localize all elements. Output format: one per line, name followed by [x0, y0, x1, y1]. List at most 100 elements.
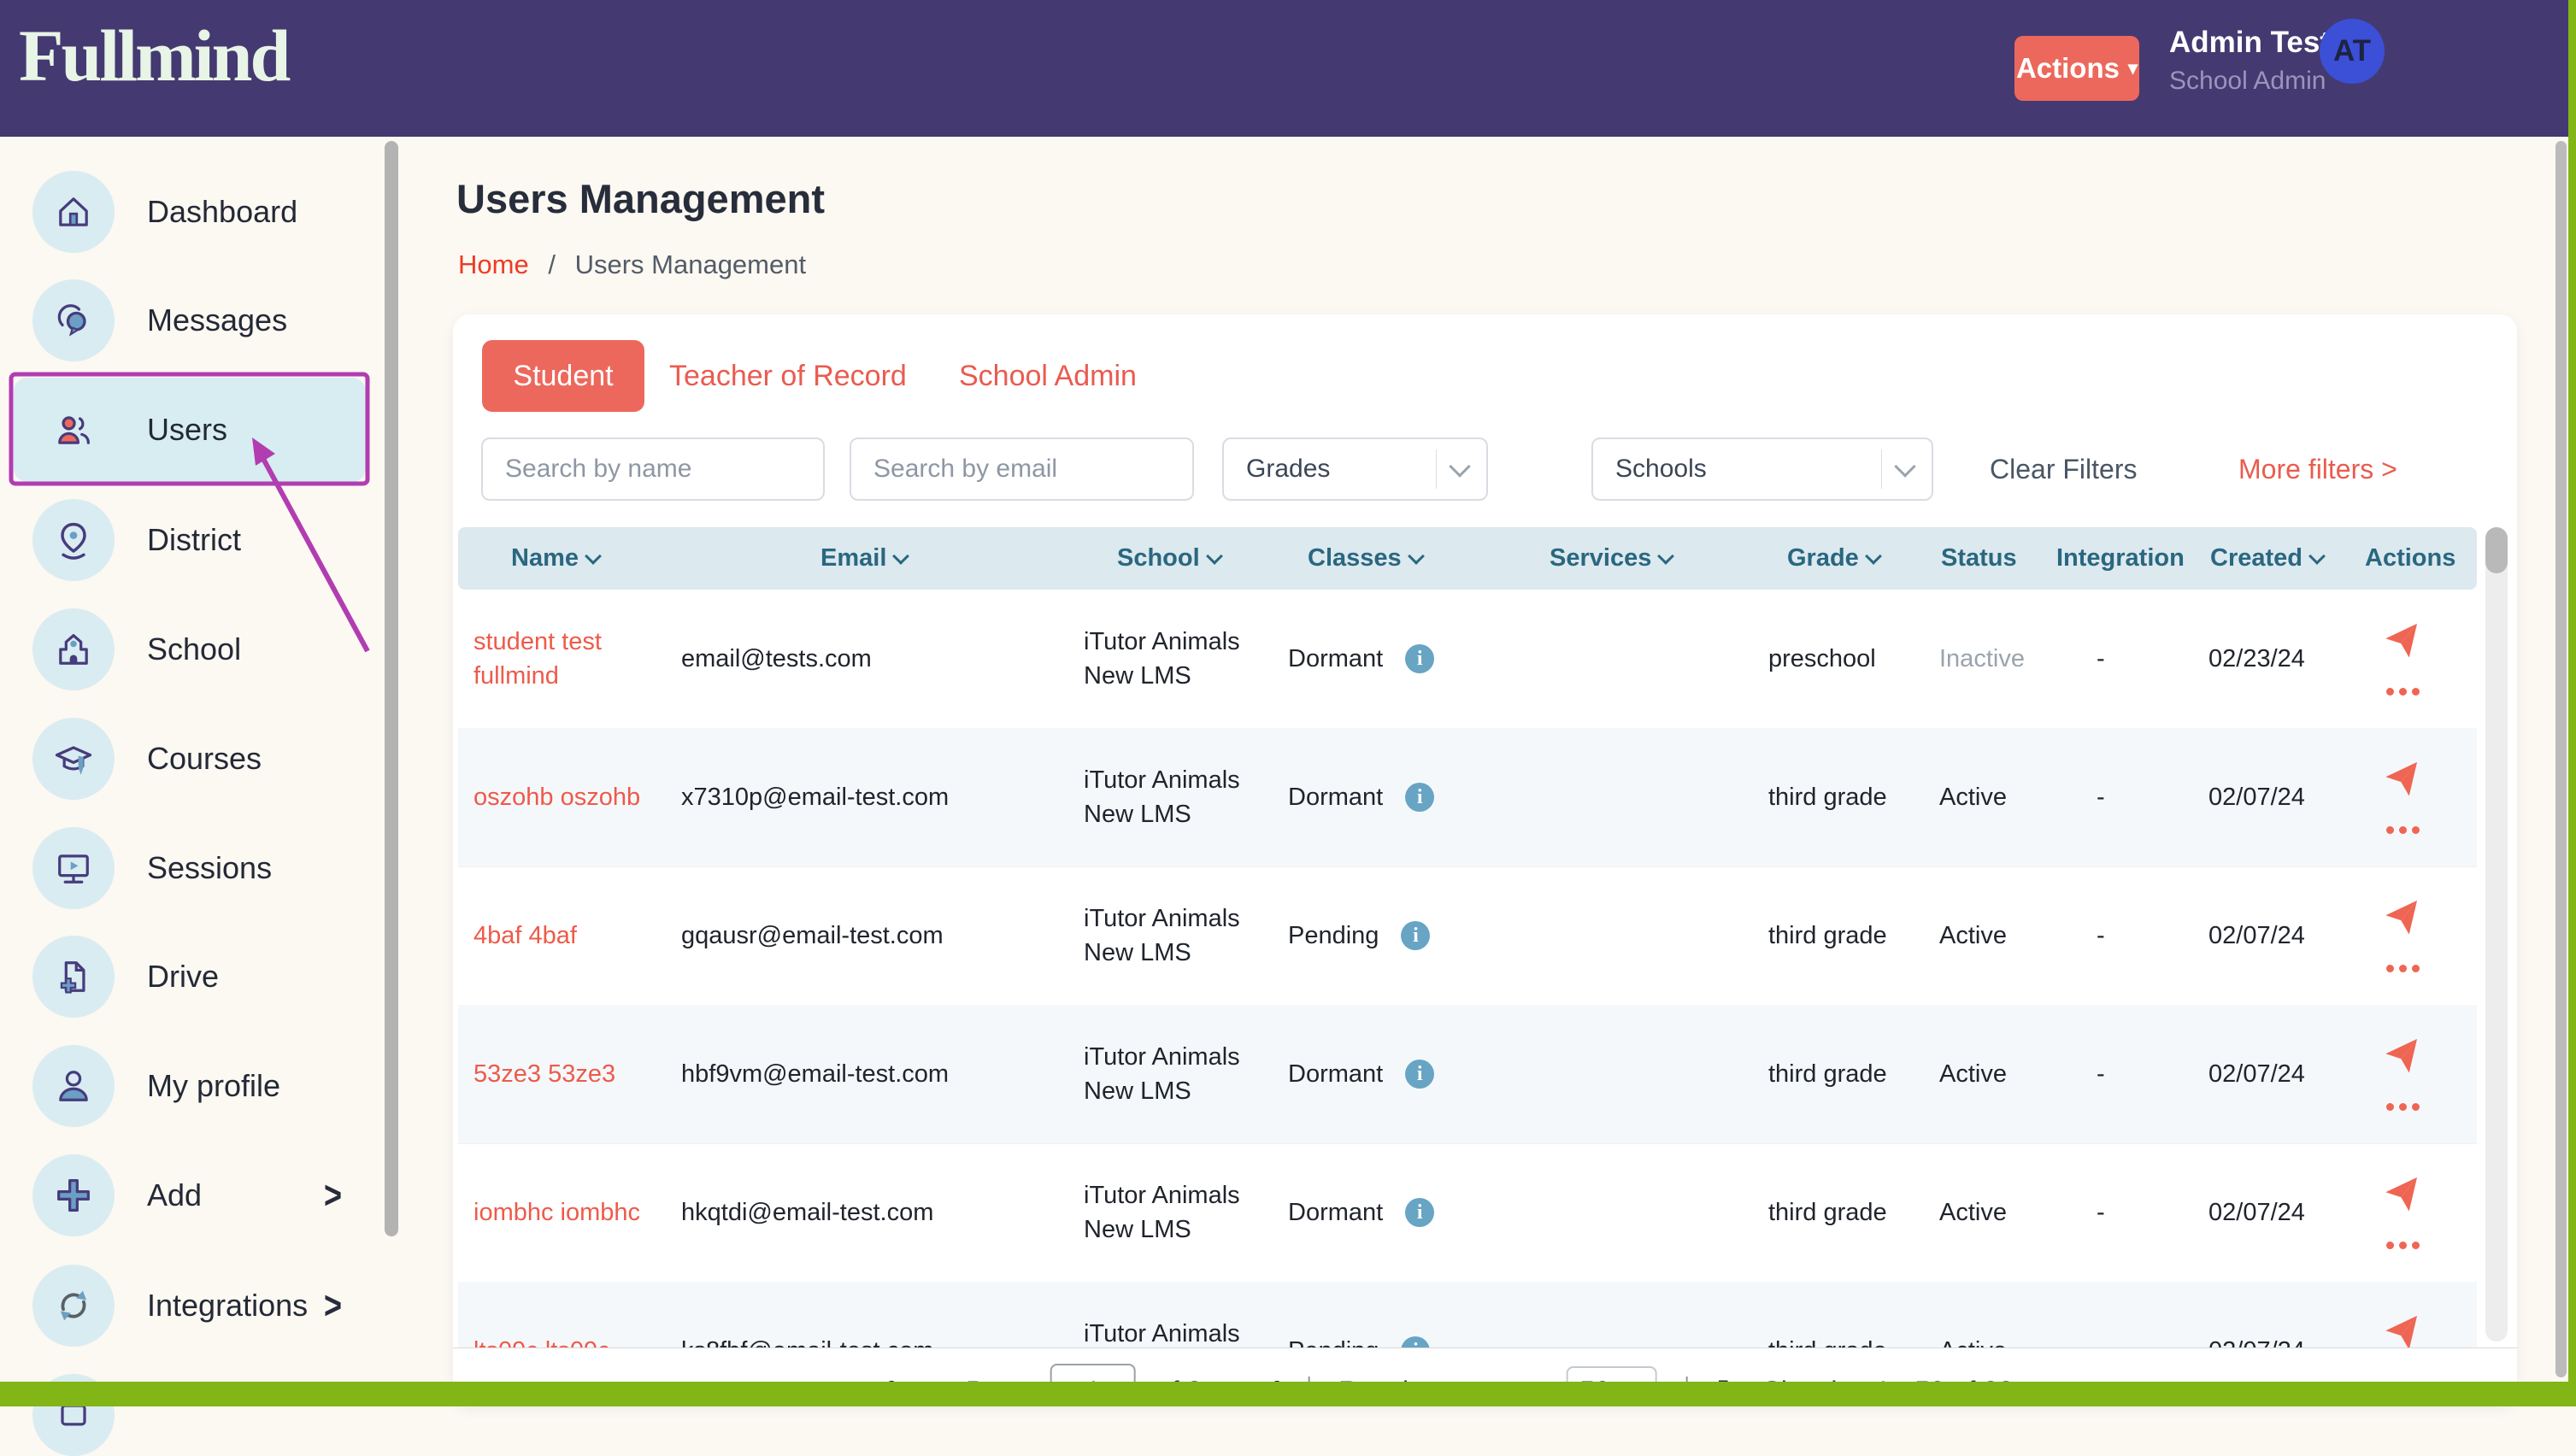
table-row: oszohb oszohb x7310p@email-test.com iTutor…: [458, 728, 2477, 867]
sidebar-item-dashboard[interactable]: Dashboard: [14, 171, 366, 253]
send-message-button[interactable]: [2383, 1037, 2422, 1081]
sort-chevron-icon: [585, 548, 602, 565]
tab-school-admin[interactable]: School Admin: [959, 340, 1137, 412]
user-grade: third grade: [1768, 1057, 1887, 1091]
sidebar-item-messages[interactable]: Messages: [14, 279, 366, 361]
row-actions-menu-button[interactable]: [2386, 1242, 2420, 1249]
user-email: hbf9vm@email-test.com: [681, 1057, 949, 1091]
actions-button-label: Actions: [2016, 52, 2120, 85]
table-scrollbar-thumb[interactable]: [2485, 527, 2508, 573]
schools-dropdown[interactable]: Schools: [1591, 437, 1933, 501]
column-header-grade[interactable]: Grade: [1787, 527, 1879, 590]
user-info[interactable]: Admin Testing School Admin: [2169, 26, 2314, 96]
chevron-down-icon: [1894, 455, 1915, 477]
school-icon-circle: [32, 608, 115, 690]
send-message-button[interactable]: [2383, 1176, 2422, 1219]
more-filters-link[interactable]: More filters >: [2238, 437, 2397, 501]
user-role: School Admin: [2169, 67, 2314, 96]
app-header: Fullmind Actions ▾ Admin Testing School …: [0, 0, 2576, 137]
classes-info-icon[interactable]: i: [1405, 644, 1434, 673]
classes-cell: Dormant i: [1288, 1195, 1434, 1230]
sort-chevron-icon: [1206, 548, 1223, 565]
search-email-input[interactable]: [850, 437, 1194, 501]
send-message-icon: [2381, 1174, 2425, 1218]
dropdown-divider: [1436, 449, 1437, 489]
sidebar-item-label: Add: [147, 1177, 202, 1213]
tab-student[interactable]: Student: [482, 340, 644, 412]
sort-chevron-icon: [1657, 548, 1674, 565]
row-actions: [2383, 622, 2422, 696]
row-actions: [2383, 1037, 2422, 1111]
sidebar-item-add[interactable]: Add>: [14, 1154, 366, 1236]
user-name-link[interactable]: student testfullmind: [473, 625, 602, 693]
tab-student-label: Student: [513, 360, 613, 393]
row-actions: [2383, 899, 2422, 972]
sidebar-item-label: Drive: [147, 959, 219, 995]
user-created-date: 02/07/24: [2208, 1195, 2305, 1230]
row-actions-menu-button[interactable]: [2386, 688, 2420, 696]
sidebar-scrollbar[interactable]: [385, 141, 398, 1236]
sidebar-item-users[interactable]: Users: [14, 389, 366, 471]
schools-dropdown-label: Schools: [1615, 455, 1881, 484]
classes-info-icon[interactable]: i: [1405, 1060, 1434, 1089]
screenshot-border-right: [2568, 0, 2576, 1406]
row-actions-menu-button[interactable]: [2386, 826, 2420, 834]
user-email: email@tests.com: [681, 642, 872, 676]
page-scrollbar[interactable]: [2555, 141, 2567, 1377]
row-actions-menu-button[interactable]: [2386, 965, 2420, 972]
classes-cell: Dormanti: [1288, 780, 1434, 814]
user-name-link[interactable]: oszohb oszohb: [473, 780, 640, 814]
column-header-school[interactable]: School: [1117, 527, 1220, 590]
breadcrumb-current: Users Management: [575, 250, 807, 279]
chevron-right-icon: >: [324, 1283, 342, 1329]
classes-status: Dormant: [1288, 1195, 1383, 1230]
column-header-email[interactable]: Email: [820, 527, 907, 590]
user-name-link[interactable]: iombhc iombhc: [473, 1195, 640, 1230]
map-pin-icon-circle: [32, 499, 115, 581]
sidebar-item-school[interactable]: School: [14, 608, 366, 690]
classes-info-icon[interactable]: i: [1405, 1198, 1434, 1227]
send-message-button[interactable]: [2383, 899, 2422, 942]
sidebar-item-integrations[interactable]: Integrations>: [14, 1265, 366, 1347]
search-name-input[interactable]: [481, 437, 825, 501]
users-table-card: Student Teacher of Record School Admin G…: [453, 314, 2517, 1406]
column-header-classes[interactable]: Classes: [1308, 527, 1422, 590]
tab-teacher-of-record[interactable]: Teacher of Record: [669, 340, 907, 412]
classes-info-icon[interactable]: i: [1401, 921, 1430, 950]
sidebar-item-district[interactable]: District: [14, 499, 366, 581]
column-header-name[interactable]: Name: [511, 527, 599, 590]
column-header-created[interactable]: Created: [2210, 527, 2323, 590]
column-header-services[interactable]: Services: [1550, 527, 1672, 590]
send-message-icon: [2381, 620, 2425, 664]
avatar[interactable]: AT: [2320, 19, 2385, 84]
user-name-link[interactable]: 4baf 4baf: [473, 919, 577, 953]
clear-filters-button[interactable]: Clear Filters: [1990, 437, 2137, 501]
actions-button[interactable]: Actions ▾: [2014, 36, 2139, 101]
page-title: Users Management: [456, 175, 825, 222]
sidebar-item-label: Courses: [147, 741, 262, 777]
sidebar-item-sessions[interactable]: Sessions: [14, 827, 366, 909]
grades-dropdown[interactable]: Grades: [1222, 437, 1488, 501]
sidebar-item-courses[interactable]: Courses: [14, 718, 366, 800]
column-header-label: Services: [1550, 544, 1651, 572]
sidebar-item-my-profile[interactable]: My profile: [14, 1045, 366, 1127]
dropdown-divider: [1881, 449, 1882, 489]
user-name-link[interactable]: 53ze3 53ze3: [473, 1057, 615, 1091]
sidebar-item-drive[interactable]: Drive: [14, 936, 366, 1018]
column-header-label: Actions: [2365, 544, 2455, 572]
classes-info-icon[interactable]: i: [1405, 783, 1434, 812]
breadcrumb: Home / Users Management: [458, 250, 806, 280]
row-actions-menu-button[interactable]: [2386, 1103, 2420, 1111]
breadcrumb-home-link[interactable]: Home: [458, 250, 529, 279]
user-email: x7310p@email-test.com: [681, 780, 949, 814]
user-integration: -: [2097, 642, 2105, 676]
tab-teacher-label: Teacher of Record: [669, 360, 907, 393]
home-icon: [51, 190, 96, 234]
user-school: iTutor AnimalsNew LMS: [1084, 763, 1240, 831]
chat-icon-circle: [32, 279, 115, 361]
table-row: iombhc iombhchkqtdi@email-test.comiTutor…: [458, 1143, 2477, 1283]
send-message-button[interactable]: [2383, 622, 2422, 666]
sync-icon-circle: [32, 1265, 115, 1347]
send-message-button[interactable]: [2383, 760, 2422, 804]
classes-cell: Pendingi: [1288, 919, 1430, 953]
